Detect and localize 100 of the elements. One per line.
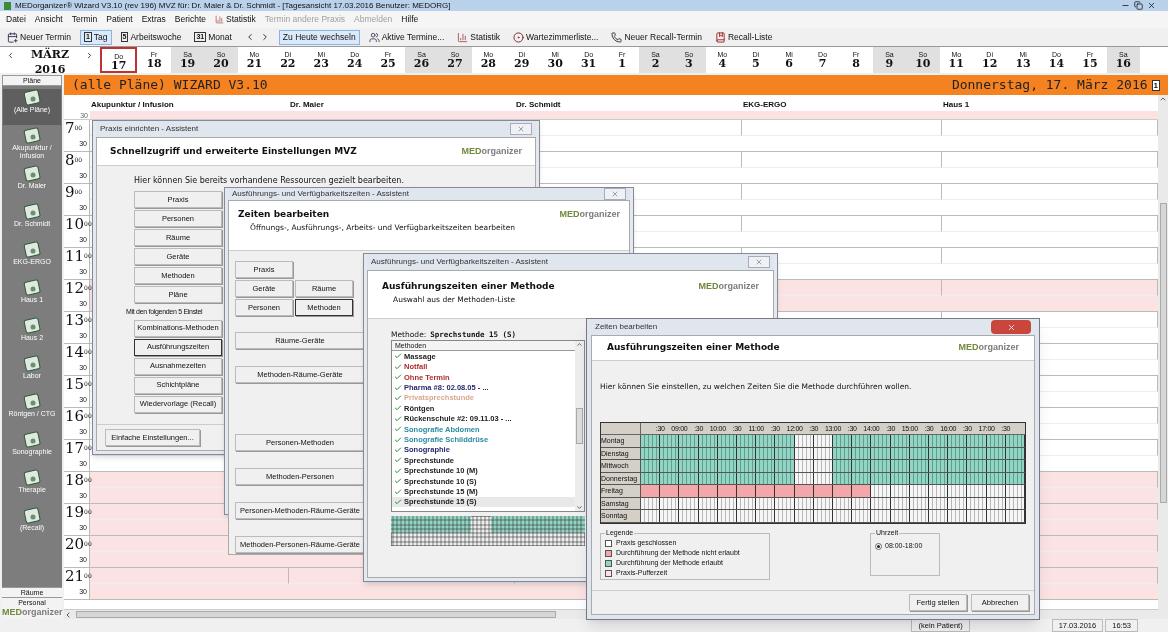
time-slot[interactable] xyxy=(756,435,776,447)
time-slot[interactable] xyxy=(679,485,699,497)
time-slot[interactable] xyxy=(852,510,872,522)
time-slot[interactable] xyxy=(737,485,757,497)
menu-item[interactable]: Datei xyxy=(6,13,26,26)
time-slot[interactable] xyxy=(929,435,949,447)
time-slot[interactable] xyxy=(813,435,833,447)
menu-item[interactable]: Hilfe xyxy=(401,13,419,26)
toolbar-button[interactable]: Neuer Recall-Termin xyxy=(607,29,706,45)
close-button[interactable] xyxy=(991,320,1031,334)
time-slot[interactable] xyxy=(775,435,795,447)
menu-item[interactable]: Extras xyxy=(141,13,166,26)
time-slot[interactable] xyxy=(909,510,929,522)
toolbar-button[interactable]: Recall-Liste xyxy=(710,29,777,45)
scroll-left-icon[interactable] xyxy=(64,610,72,619)
time-slot[interactable] xyxy=(679,510,699,522)
time-slot[interactable] xyxy=(948,510,968,522)
time-slot[interactable] xyxy=(890,510,910,522)
next-month-icon[interactable] xyxy=(85,50,94,60)
vertical-scrollbar[interactable] xyxy=(1158,95,1168,619)
time-slot[interactable] xyxy=(756,460,776,472)
time-slot[interactable] xyxy=(794,485,814,497)
menu-item[interactable]: Statistik xyxy=(215,13,256,26)
time-slot[interactable] xyxy=(698,435,718,447)
time-slot[interactable] xyxy=(1005,435,1025,447)
menu-item[interactable]: Termin xyxy=(71,13,98,26)
time-slot[interactable] xyxy=(967,460,987,472)
time-slot[interactable] xyxy=(1005,460,1025,472)
time-slot[interactable] xyxy=(660,435,680,447)
time-slot[interactable] xyxy=(948,435,968,447)
time-slot[interactable] xyxy=(833,460,853,472)
menu-item[interactable]: Ansicht xyxy=(34,13,63,26)
time-slot[interactable] xyxy=(660,510,680,522)
time-slot[interactable] xyxy=(775,485,795,497)
time-slot[interactable] xyxy=(641,485,661,497)
time-slot[interactable] xyxy=(679,460,699,472)
time-slot[interactable] xyxy=(948,460,968,472)
time-slot[interactable] xyxy=(833,510,853,522)
restore-icon[interactable] xyxy=(1134,1,1143,10)
time-slot[interactable] xyxy=(775,460,795,472)
menu-item[interactable]: Berichte xyxy=(174,13,206,26)
radio-button[interactable] xyxy=(875,543,882,550)
previous-month-icon[interactable] xyxy=(6,50,15,60)
time-slot[interactable] xyxy=(641,460,661,472)
time-slot[interactable] xyxy=(813,485,833,497)
time-slot[interactable] xyxy=(641,435,661,447)
time-slot[interactable] xyxy=(890,485,910,497)
toolbar-button[interactable]: Neuer Termin xyxy=(3,29,75,45)
close-icon[interactable] xyxy=(1147,1,1156,10)
time-slot[interactable] xyxy=(852,435,872,447)
time-slot[interactable] xyxy=(929,485,949,497)
time-slot[interactable] xyxy=(698,460,718,472)
time-slot[interactable] xyxy=(717,460,737,472)
time-slot[interactable] xyxy=(737,510,757,522)
time-slot[interactable] xyxy=(909,460,929,472)
time-slot[interactable] xyxy=(717,485,737,497)
time-slot[interactable] xyxy=(641,510,661,522)
time-slot[interactable] xyxy=(967,485,987,497)
time-slot[interactable] xyxy=(813,460,833,472)
toolbar-button[interactable]: Aktive Termine... xyxy=(364,29,449,45)
time-slot[interactable] xyxy=(986,460,1006,472)
time-slot[interactable] xyxy=(871,435,891,447)
menu-item[interactable]: Patient xyxy=(106,13,133,26)
time-slot[interactable] xyxy=(717,510,737,522)
time-slot[interactable] xyxy=(813,510,833,522)
time-slot[interactable] xyxy=(679,435,699,447)
toolbar-button[interactable]: Wartezimmerliste... xyxy=(509,29,603,45)
time-slot[interactable] xyxy=(948,485,968,497)
time-slot[interactable] xyxy=(698,510,718,522)
time-slot[interactable] xyxy=(852,485,872,497)
time-slot[interactable] xyxy=(890,435,910,447)
time-slot[interactable] xyxy=(833,485,853,497)
time-slot[interactable] xyxy=(737,435,757,447)
time-slot[interactable] xyxy=(794,510,814,522)
time-slot[interactable] xyxy=(794,435,814,447)
list-scrollbar[interactable] xyxy=(575,341,584,512)
calendar-badge[interactable]: 1 xyxy=(1151,79,1160,91)
time-slot[interactable] xyxy=(986,435,1006,447)
time-slot[interactable] xyxy=(660,460,680,472)
time-slot[interactable] xyxy=(737,460,757,472)
time-slot[interactable] xyxy=(756,510,776,522)
scroll-up-icon[interactable] xyxy=(1159,95,1167,103)
toolbar-button[interactable]: Zu Heute wechseln xyxy=(278,29,360,45)
time-slot[interactable] xyxy=(909,485,929,497)
time-slot[interactable] xyxy=(1005,510,1025,522)
time-slot[interactable] xyxy=(890,460,910,472)
scroll-down-icon[interactable] xyxy=(576,504,583,512)
toolbar-button[interactable]: Statistik xyxy=(453,29,505,45)
time-slot[interactable] xyxy=(871,460,891,472)
time-slot[interactable] xyxy=(698,485,718,497)
scroll-up-icon[interactable] xyxy=(576,341,583,349)
time-slot[interactable] xyxy=(1005,485,1025,497)
time-slot[interactable] xyxy=(871,485,891,497)
time-slot[interactable] xyxy=(986,510,1006,522)
time-slot[interactable] xyxy=(986,485,1006,497)
time-slot[interactable] xyxy=(871,510,891,522)
time-slot[interactable] xyxy=(852,460,872,472)
time-slot[interactable] xyxy=(833,435,853,447)
time-slot[interactable] xyxy=(717,435,737,447)
time-slot[interactable] xyxy=(660,485,680,497)
